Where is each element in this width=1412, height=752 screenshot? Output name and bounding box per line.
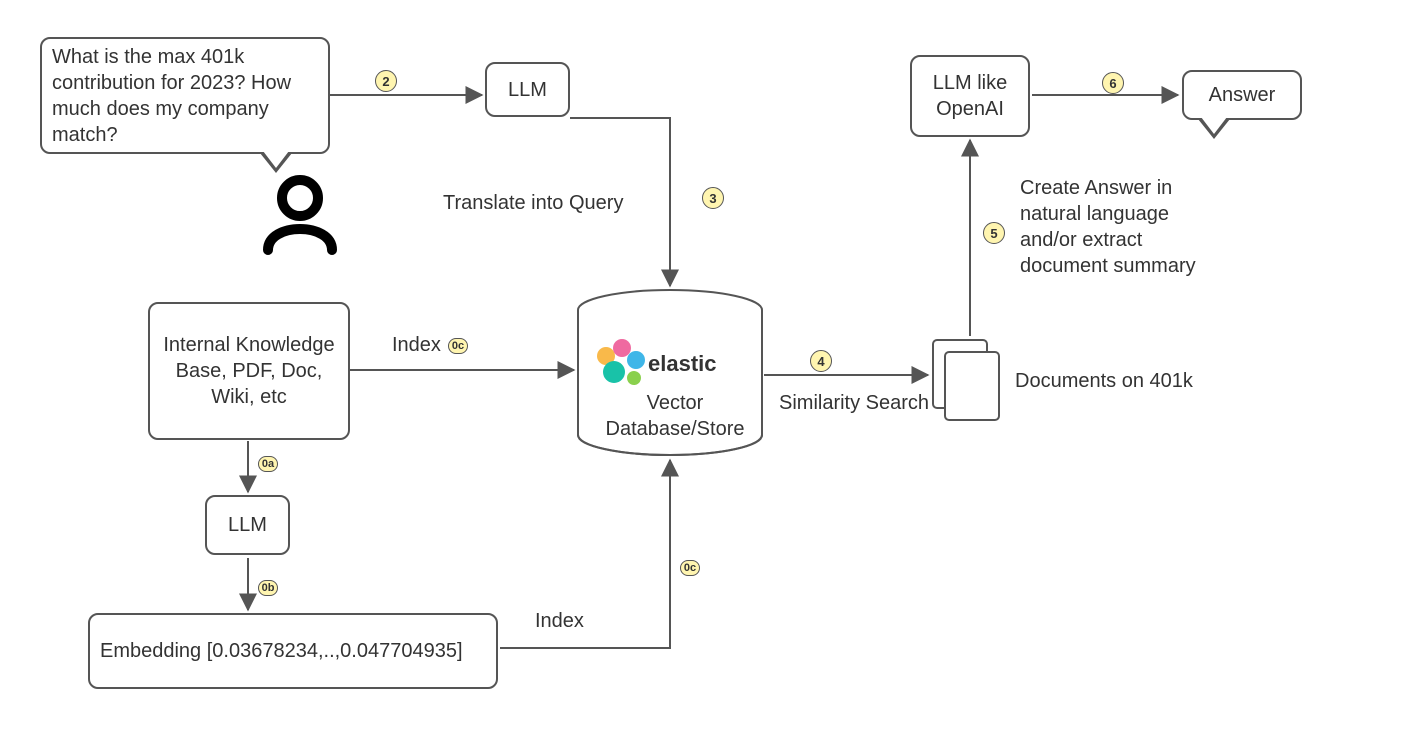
- similarity-search-label: Similarity Search: [779, 390, 929, 416]
- llm2-label: LLM: [228, 512, 267, 538]
- llm-box-2: LLM: [205, 495, 290, 555]
- step-badge-6: 6: [1102, 72, 1124, 94]
- embedding-text: Embedding [0.03678234,..,0.047704935]: [100, 638, 463, 664]
- step-badge-0a: 0a: [258, 456, 278, 472]
- answer-text: Answer: [1209, 82, 1276, 108]
- step-badge-5: 5: [983, 222, 1005, 244]
- step-badge-3: 3: [702, 187, 724, 209]
- answer-bubble: Answer: [1182, 70, 1302, 120]
- step-badge-4: 4: [810, 350, 832, 372]
- vector-db-sub: Vector Database/Store: [605, 390, 745, 442]
- user-question-bubble: What is the max 401k contribution for 20…: [40, 37, 330, 154]
- index-label-bottom: Index: [535, 608, 584, 634]
- elastic-logo-icon: [597, 339, 645, 385]
- llm-box-1: LLM: [485, 62, 570, 117]
- speech-tail-icon: [1198, 119, 1230, 139]
- documents-label: Documents on 401k: [1015, 368, 1193, 394]
- llm-openai-text: LLM like OpenAI: [922, 70, 1018, 122]
- translate-label: Translate into Query: [443, 190, 623, 216]
- speech-tail-icon: [260, 153, 292, 173]
- user-icon: [268, 180, 332, 250]
- vector-db-name: elastic: [648, 350, 717, 379]
- step-badge-0b: 0b: [258, 580, 278, 596]
- knowledge-base-box: Internal Knowledge Base, PDF, Doc, Wiki,…: [148, 302, 350, 440]
- step-badge-0c-bottom: 0c: [680, 560, 700, 576]
- create-answer-label: Create Answer in natural language and/or…: [1020, 175, 1230, 279]
- knowledge-base-text: Internal Knowledge Base, PDF, Doc, Wiki,…: [160, 332, 338, 410]
- step-badge-0c-top: 0c: [448, 338, 468, 354]
- user-question-text: What is the max 401k contribution for 20…: [52, 44, 318, 148]
- llm-openai-box: LLM like OpenAI: [910, 55, 1030, 137]
- index-label-top: Index: [392, 332, 441, 358]
- step-badge-2: 2: [375, 70, 397, 92]
- llm1-label: LLM: [508, 77, 547, 103]
- documents-icon: [933, 340, 999, 420]
- embedding-box: Embedding [0.03678234,..,0.047704935]: [88, 613, 498, 689]
